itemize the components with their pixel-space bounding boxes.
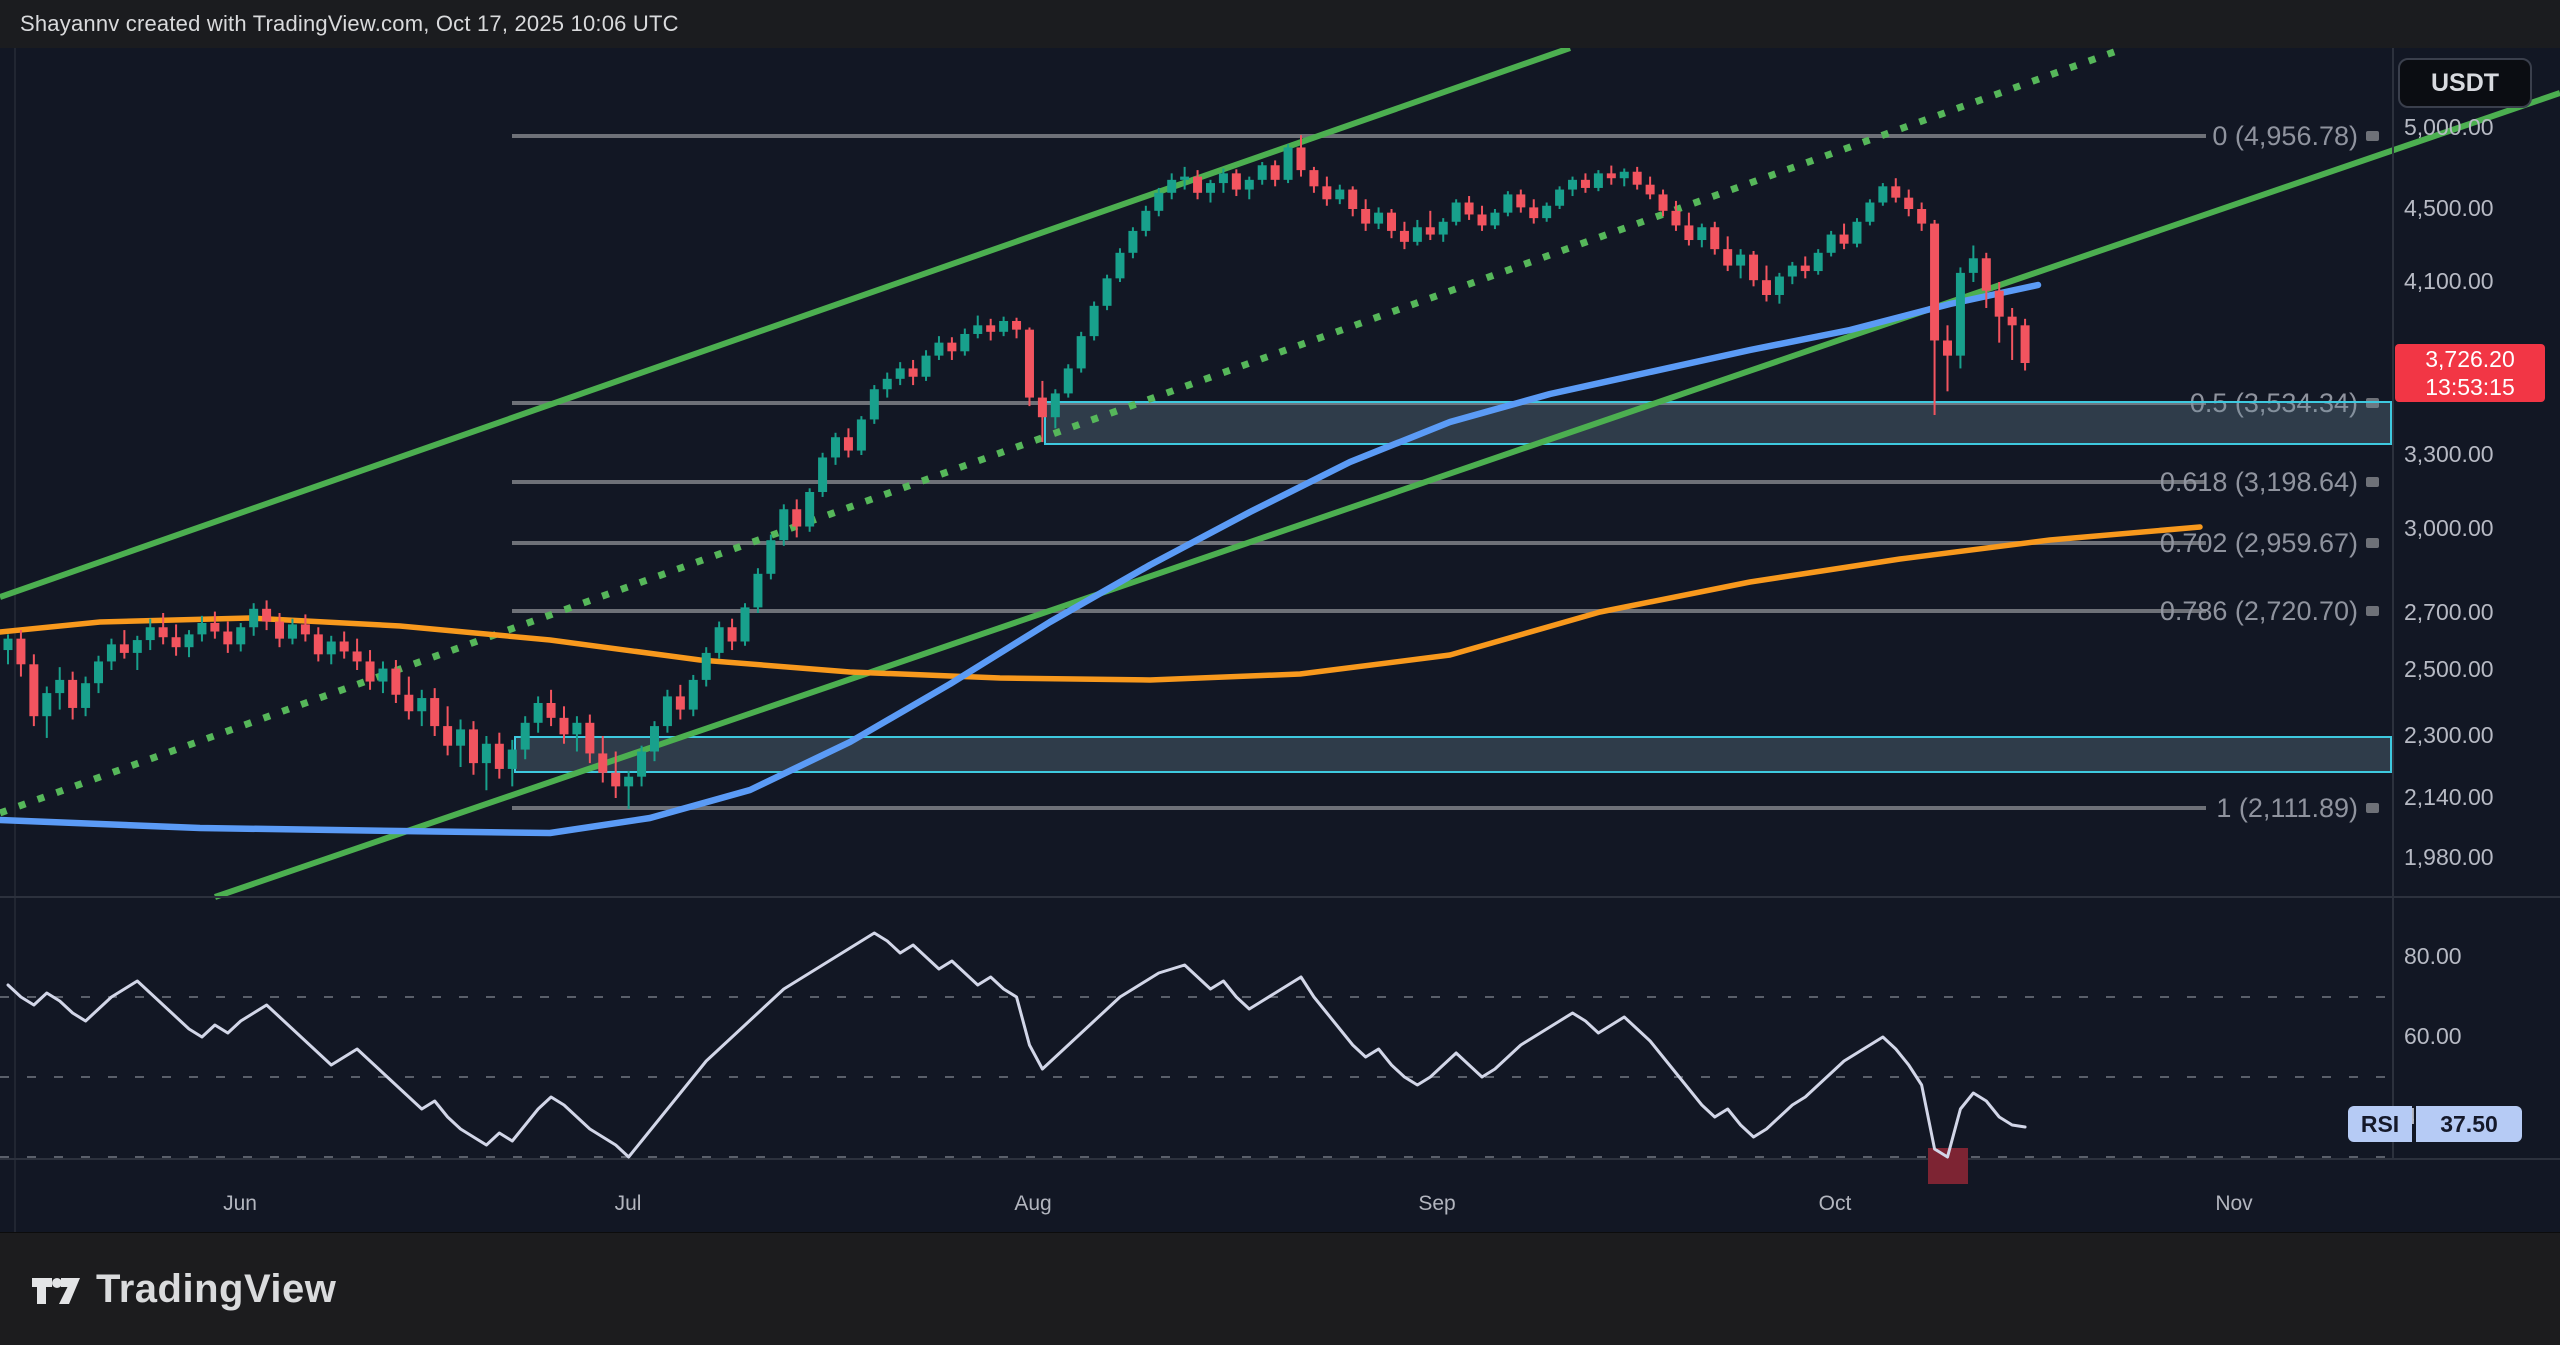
price-tick: 3,300.00 (2404, 441, 2494, 468)
time-tick: Aug (1014, 1192, 1051, 1216)
price-tick: 2,700.00 (2404, 599, 2494, 626)
fib-label: 0 (4,956.78) (2212, 121, 2358, 151)
fib-label: 0.618 (3,198.64) (2160, 467, 2358, 497)
time-tick: Jun (223, 1192, 257, 1216)
chart-canvas[interactable]: 0 (4,956.78)0.5 (3,534.34)0.618 (3,198.6… (0, 48, 2560, 1232)
time-tick: Oct (1819, 1192, 1852, 1216)
footer-bar: TradingView (0, 1232, 2560, 1345)
symbol-badge[interactable]: USDT (2398, 58, 2532, 108)
attribution-bar: Shayannv created with TradingView.com, O… (0, 0, 2560, 48)
rsi-tick: 80.00 (2404, 943, 2462, 970)
time-tick: Sep (1418, 1192, 1455, 1216)
price-tick: 4,500.00 (2404, 195, 2494, 222)
tradingview-screenshot: Shayannv created with TradingView.com, O… (0, 0, 2560, 1345)
fib-label: 0.786 (2,720.70) (2160, 596, 2358, 626)
price-tick: 5,000.00 (2404, 114, 2494, 141)
fib-label: 1 (2,111.89) (2216, 793, 2358, 823)
time-tick: Nov (2215, 1192, 2252, 1216)
rsi-tick: 60.00 (2404, 1023, 2462, 1050)
price-tick: 2,300.00 (2404, 722, 2494, 749)
price-tick: 3,000.00 (2404, 515, 2494, 542)
price-chart[interactable]: 0 (4,956.78)0.5 (3,534.34)0.618 (3,198.6… (0, 48, 2560, 1232)
tradingview-logo-icon (30, 1268, 82, 1312)
price-tick: 1,980.00 (2404, 844, 2494, 871)
price-tick: 2,500.00 (2404, 656, 2494, 683)
rsi-tick: 40.00 (2404, 1103, 2462, 1130)
price-tick: 2,140.00 (2404, 784, 2494, 811)
brand-wordmark: TradingView (96, 1267, 336, 1312)
fib-label: 0.702 (2,959.67) (2160, 528, 2358, 558)
price-tick: 4,100.00 (2404, 268, 2494, 295)
time-tick: Jul (615, 1192, 642, 1216)
attribution-text: Shayannv created with TradingView.com, O… (20, 11, 679, 37)
